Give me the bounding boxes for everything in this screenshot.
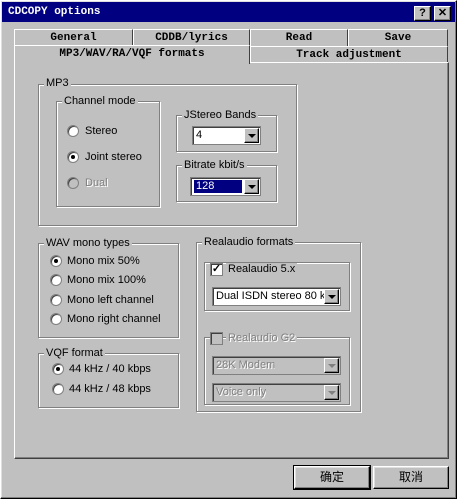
mono-left-channel-label: Mono left channel	[67, 294, 154, 306]
title-bar: CDCOPY options ? ✕	[2, 2, 455, 22]
window-title: CDCOPY options	[8, 6, 101, 18]
bitrate-dropdown-button[interactable]	[244, 179, 259, 194]
tab-general[interactable]: General	[14, 29, 133, 46]
jstereo-bands-dropdown-button[interactable]	[244, 128, 259, 143]
tab-track-adjustment[interactable]: Track adjustment	[250, 46, 448, 63]
realaudio-g2-type-value: Voice only	[216, 386, 267, 398]
realaudio-formats-label: Realaudio formats	[202, 236, 296, 249]
chevron-down-icon	[248, 185, 256, 189]
vqf-44khz-48kbps-label: 44 kHz / 48 kbps	[69, 383, 151, 395]
mono-left-channel-radio[interactable]	[50, 294, 62, 306]
vqf-44khz-48kbps-radio[interactable]	[52, 383, 64, 395]
dual-radio[interactable]	[67, 177, 79, 189]
realaudio-g2-connection-select[interactable]: 28K Modem	[212, 356, 341, 375]
vqf-44khz-40kbps-radio[interactable]	[52, 363, 64, 375]
checkmark-icon: ✓	[211, 263, 222, 275]
bitrate-value: 128	[194, 180, 242, 193]
tab-mp3-wav-ra-vqf-formats[interactable]: MP3/WAV/RA/VQF formats	[14, 45, 250, 64]
dual-label: Dual	[85, 177, 108, 189]
realaudio-g2-checkbox[interactable]	[210, 332, 223, 345]
realaudio-5x-label: Realaudio 5.x	[226, 263, 298, 276]
stereo-label: Stereo	[85, 125, 118, 137]
help-button[interactable]: ?	[414, 6, 431, 21]
chevron-down-icon	[328, 295, 336, 299]
jstereo-bands-select[interactable]: 4	[192, 126, 261, 145]
realaudio-5x-format-value: Dual ISDN stereo 80 k	[216, 290, 324, 302]
mono-mix-50-label: Mono mix 50%	[67, 255, 140, 267]
stereo-radio[interactable]	[67, 125, 79, 137]
realaudio-g2-label: Realaudio G2	[226, 332, 298, 345]
mono-mix-100-radio[interactable]	[50, 274, 62, 286]
vqf-format-group	[38, 353, 179, 408]
cancel-button[interactable]: 取消	[373, 466, 449, 489]
wav-mono-types-label: WAV mono types	[44, 237, 132, 250]
jstereo-bands-label: JStereo Bands	[182, 109, 259, 122]
channel-mode-label: Channel mode	[62, 95, 138, 108]
chevron-down-icon	[328, 364, 336, 368]
jstereo-bands-value: 4	[196, 129, 203, 141]
realaudio-g2-type-dropdown-button[interactable]	[324, 385, 339, 400]
tab-read[interactable]: Read	[250, 29, 348, 46]
bitrate-select[interactable]: 128	[190, 177, 261, 196]
vqf-44khz-40kbps-label: 44 kHz / 40 kbps	[69, 363, 151, 375]
realaudio-5x-dropdown-button[interactable]	[324, 289, 339, 304]
joint-stereo-radio[interactable]	[67, 151, 79, 163]
chevron-down-icon	[248, 134, 256, 138]
realaudio-g2-connection-dropdown-button[interactable]	[324, 358, 339, 373]
mono-mix-50-radio[interactable]	[50, 255, 62, 267]
realaudio-5x-format-select[interactable]: Dual ISDN stereo 80 k	[212, 287, 341, 306]
realaudio-5x-checkbox[interactable]: ✓	[210, 263, 223, 276]
joint-stereo-label: Joint stereo	[85, 151, 142, 163]
bitrate-label: Bitrate kbit/s	[182, 159, 247, 172]
mono-right-channel-label: Mono right channel	[67, 313, 161, 325]
mp3-group-label: MP3	[44, 77, 71, 90]
tab-cddb-lyrics[interactable]: CDDB/lyrics	[133, 29, 250, 46]
realaudio-g2-type-select[interactable]: Voice only	[212, 383, 341, 402]
mono-right-channel-radio[interactable]	[50, 313, 62, 325]
tab-save[interactable]: Save	[348, 29, 448, 46]
chevron-down-icon	[328, 391, 336, 395]
close-icon: ✕	[437, 7, 448, 19]
close-button[interactable]: ✕	[434, 6, 451, 21]
realaudio-g2-connection-value: 28K Modem	[216, 359, 276, 371]
vqf-format-label: VQF format	[44, 347, 105, 360]
mono-mix-100-label: Mono mix 100%	[67, 274, 146, 286]
ok-button[interactable]: 确定	[293, 465, 371, 490]
